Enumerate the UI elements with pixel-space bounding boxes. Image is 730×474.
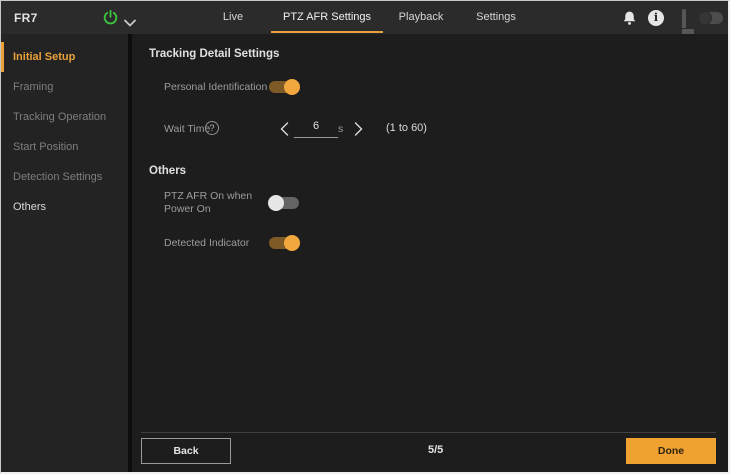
sidebar: Initial Setup Framing Tracking Operation… — [1, 34, 132, 472]
sidebar-item-framing[interactable]: Framing — [1, 72, 128, 102]
footer-divider — [141, 432, 716, 433]
sidebar-item-initial-setup[interactable]: Initial Setup — [1, 42, 128, 72]
ptz-afr-power-on-label: PTZ AFR On when Power On — [164, 190, 253, 215]
sidebar-item-detection-settings[interactable]: Detection Settings — [1, 162, 128, 192]
detected-indicator-toggle[interactable] — [269, 235, 300, 251]
wait-time-value-field[interactable]: 6 — [294, 120, 338, 138]
section-title-others: Others — [149, 165, 187, 177]
active-tab-underline — [271, 31, 383, 33]
info-icon[interactable]: i — [648, 10, 664, 26]
tab-playback[interactable]: Playback — [399, 1, 444, 34]
help-icon[interactable]: ? — [205, 121, 219, 135]
section-title-tracking-detail-settings: Tracking Detail Settings — [149, 48, 280, 60]
tab-live[interactable]: Live — [223, 1, 243, 34]
ptz-afr-power-on-toggle[interactable] — [268, 195, 299, 211]
tab-settings[interactable]: Settings — [476, 1, 516, 34]
wait-time-range: (1 to 60) — [386, 122, 427, 134]
detected-indicator-label: Detected Indicator — [164, 237, 250, 249]
top-bar: FR7 Live PTZ AFR Settings Playback Setti… — [1, 1, 728, 37]
wait-time-label: Wait Time — [164, 123, 211, 135]
personal-identification-label: Personal Identification — [164, 81, 268, 93]
sidebar-item-start-position[interactable]: Start Position — [1, 132, 128, 162]
device-name: FR7 — [14, 11, 38, 25]
personal-identification-toggle[interactable] — [269, 79, 300, 95]
page-indicator: 5/5 — [428, 444, 444, 456]
chevron-down-icon[interactable] — [124, 14, 136, 27]
done-button[interactable]: Done — [626, 438, 716, 464]
app-window: FR7 Live PTZ AFR Settings Playback Setti… — [0, 0, 730, 474]
tab-ptz-afr-settings[interactable]: PTZ AFR Settings — [283, 1, 371, 34]
back-button[interactable]: Back — [141, 438, 231, 464]
sidebar-item-tracking-operation[interactable]: Tracking Operation — [1, 102, 128, 132]
settings-panel: Tracking Detail Settings Personal Identi… — [136, 34, 728, 472]
wait-time-increment-chevron[interactable] — [354, 122, 363, 136]
wait-time-decrement-chevron[interactable] — [280, 122, 289, 136]
notification-bell-icon[interactable] — [621, 9, 638, 27]
power-icon[interactable] — [102, 9, 119, 26]
privacy-toggle[interactable] — [698, 11, 723, 25]
sidebar-item-others[interactable]: Others — [1, 192, 128, 222]
lock-icon — [682, 9, 694, 37]
wait-time-unit: s — [338, 123, 344, 135]
